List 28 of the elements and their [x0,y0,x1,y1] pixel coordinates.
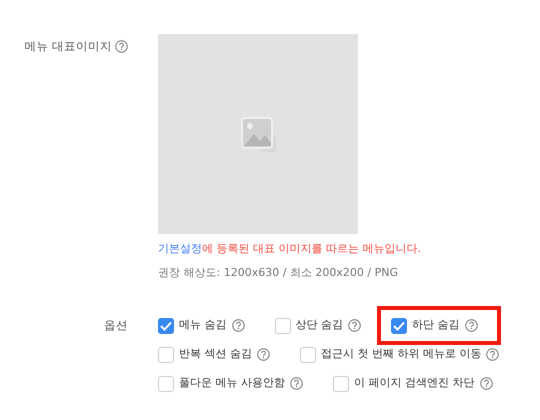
checkbox[interactable] [333,376,349,392]
option-label[interactable]: 하단 숨김 [412,317,460,334]
resolution-hint: 권장 해상도: 1200x630 / 최소 200x200 / PNG [158,264,399,280]
checkbox[interactable] [391,318,407,334]
help-icon[interactable] [232,319,244,332]
settings-link[interactable]: 기본설정 [158,242,202,255]
checkbox[interactable] [158,318,174,334]
help-icon[interactable] [257,348,270,361]
checkbox[interactable] [158,346,174,362]
option-label[interactable]: 풀다운 메뉴 사용안함 [179,375,285,392]
option-label[interactable]: 이 페이지 검색엔진 차단 [354,375,474,392]
image-icon [240,116,276,152]
field-label: 메뉴 대표이미지 [24,39,112,53]
option-label[interactable]: 메뉴 숨김 [179,317,226,334]
option-label[interactable]: 반복 섹션 숨김 [179,346,252,363]
help-icon[interactable] [348,319,361,332]
help-icon[interactable] [486,348,500,361]
checkbox[interactable] [158,376,174,392]
help-icon[interactable] [464,319,478,332]
option-label[interactable]: 접근시 첫 번째 하위 메뉴로 이동 [321,346,482,363]
help-icon[interactable] [290,377,303,390]
option-label[interactable]: 상단 숨김 [296,317,343,334]
checkbox[interactable] [274,318,290,334]
help-icon[interactable] [480,377,492,390]
image-note: 기본설정에 등록된 대표 이미지를 따르는 메뉴입니다. [158,241,421,257]
checkbox[interactable] [300,346,316,362]
field-label: 옵션 [104,318,128,332]
help-icon[interactable] [115,40,128,54]
